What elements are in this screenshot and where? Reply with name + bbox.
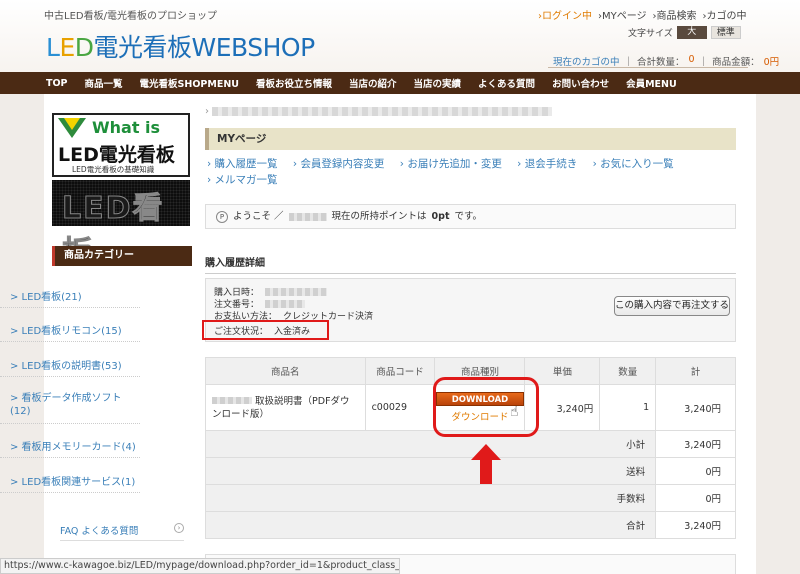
category-item[interactable]: > 看板用メモリーカード(4) bbox=[0, 438, 140, 458]
section-title: 購入履歴詳細 bbox=[205, 254, 736, 274]
nav-products[interactable]: 商品一覧 bbox=[85, 76, 123, 90]
summary-row: 合計 3,240円 bbox=[204, 511, 736, 539]
blurred-order-number bbox=[265, 299, 306, 308]
column-header: 商品名 bbox=[205, 357, 366, 385]
mypage-links: › 購入履歴一覧 › 会員登録内容変更 › お届け先追加・変更 › 退会手続き … bbox=[207, 156, 727, 188]
global-nav: TOP 商品一覧 電光看板SHOPMENU 看板お役立ち情報 当店の紹介 当店の… bbox=[0, 72, 800, 94]
column-header: 数量 bbox=[599, 357, 657, 385]
cart-divider bbox=[548, 67, 748, 68]
category-item[interactable]: > LED看板の説明書(53) bbox=[0, 357, 140, 377]
category-item[interactable]: > 看板データ作成ソフト (12) bbox=[0, 392, 140, 424]
site-header: 中古LED看板/電光看板のプロショップ LED電光看板WEBSHOP ›ログイン… bbox=[0, 0, 800, 72]
page-title: MYページ bbox=[205, 128, 736, 150]
link-delivery[interactable]: › お届け先追加・変更 bbox=[400, 158, 508, 170]
login-status-link[interactable]: ›ログイン中 bbox=[538, 7, 592, 22]
hand-cursor-icon: ☝ bbox=[510, 404, 519, 420]
welcome-message: P ようこそ ／ 現在の所持ポイントは 0pt です。 bbox=[205, 204, 736, 229]
mypage-link[interactable]: ›MYページ bbox=[598, 7, 647, 22]
product-code: c00029 bbox=[364, 384, 436, 431]
points-value: 0pt bbox=[431, 211, 450, 222]
text-size-large-button[interactable]: 大 bbox=[676, 26, 707, 39]
product-name-link[interactable]: 取扱説明書（PDFダウンロード版） bbox=[205, 384, 366, 431]
nav-results[interactable]: 当店の実績 bbox=[414, 76, 462, 90]
line-total: 3,240円 bbox=[655, 384, 736, 431]
nav-tips[interactable]: 看板お役立ち情報 bbox=[256, 76, 332, 90]
text-size-control: 文字サイズ 大 標準 bbox=[628, 26, 741, 39]
column-header: 計 bbox=[655, 357, 736, 385]
what-is-led-banner[interactable]: What is LED電光看板 LED電光看板の基礎知識 bbox=[52, 113, 190, 177]
led-signboard-banner[interactable]: LED看板 bbox=[52, 180, 190, 271]
link-newsletter[interactable]: › メルマガ一覧 bbox=[207, 174, 284, 186]
text-size-standard-button[interactable]: 標準 bbox=[710, 26, 741, 39]
category-item[interactable]: > LED看板リモコン(15) bbox=[0, 322, 140, 342]
link-member-info[interactable]: › 会員登録内容変更 bbox=[293, 158, 391, 170]
nav-faq[interactable]: よくある質問 bbox=[478, 76, 535, 90]
blurred-user-name bbox=[288, 212, 327, 221]
browser-status-bar: https://www.c-kawagoe.biz/LED/mypage/dow… bbox=[0, 558, 400, 574]
quantity: 1 bbox=[599, 384, 657, 431]
nav-top[interactable]: TOP bbox=[46, 78, 68, 89]
up-arrow-icon bbox=[471, 444, 501, 484]
nav-contact[interactable]: お問い合わせ bbox=[552, 76, 609, 90]
nav-member-menu[interactable]: 会員MENU bbox=[626, 76, 677, 90]
cart-qty: 0 bbox=[688, 54, 695, 65]
cart-amount: 0円 bbox=[763, 57, 780, 68]
blurred-text bbox=[212, 106, 553, 116]
reorder-button[interactable]: この購入内容で再注文する bbox=[614, 296, 730, 316]
blurred-date bbox=[265, 287, 328, 296]
nav-shop-menu[interactable]: 電光看板SHOPMENU bbox=[140, 76, 239, 90]
site-logo[interactable]: LED電光看板WEBSHOP bbox=[46, 28, 315, 64]
category-heading: 商品カテゴリー bbox=[52, 246, 192, 266]
chevron-right-icon: › bbox=[174, 523, 184, 533]
faq-link[interactable]: FAQ よくある質問 › bbox=[60, 523, 184, 541]
site-tagline: 中古LED看板/電光看板のプロショップ bbox=[44, 11, 217, 22]
link-purchase-history[interactable]: › 購入履歴一覧 bbox=[207, 158, 284, 170]
category-item[interactable]: > LED看板(21) bbox=[0, 288, 140, 308]
cart-link[interactable]: ›カゴの中 bbox=[703, 7, 747, 22]
points-icon: P bbox=[216, 210, 228, 223]
breadcrumb: › bbox=[205, 106, 553, 117]
nav-about[interactable]: 当店の紹介 bbox=[349, 76, 397, 90]
column-header: 商品コード bbox=[364, 357, 436, 385]
cart-summary: 現在のカゴの中 ｜ 合計数量： 0 ｜ 商品金額： 0円 bbox=[553, 54, 780, 68]
order-status-highlight bbox=[202, 320, 329, 340]
top-links: ›ログイン中 ›MYページ ›商品検索 ›カゴの中 bbox=[538, 7, 747, 22]
category-item[interactable]: > LED看板関連サービス(1) bbox=[0, 473, 140, 493]
product-search-link[interactable]: ›商品検索 bbox=[653, 7, 697, 22]
link-favorites[interactable]: › お気に入り一覧 bbox=[593, 158, 680, 170]
summary-row: 手数料 0円 bbox=[204, 484, 736, 512]
download-highlight bbox=[433, 377, 539, 437]
link-withdraw[interactable]: › 退会手続き bbox=[517, 158, 583, 170]
